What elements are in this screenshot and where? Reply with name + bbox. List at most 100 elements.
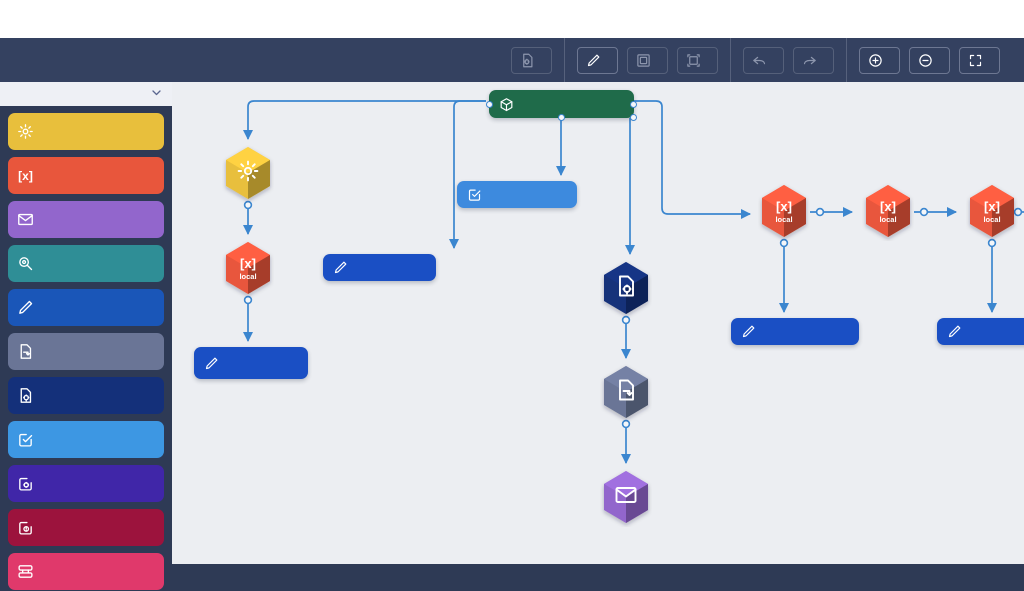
zoom-out-button[interactable]	[909, 46, 950, 74]
toolbar	[0, 38, 1024, 82]
svg-text:local: local	[879, 215, 896, 224]
node-hexagon[interactable]: [x] local	[222, 240, 274, 298]
clear-document-icon	[520, 53, 535, 68]
create-task-icon	[17, 431, 34, 448]
group-button[interactable]	[627, 46, 668, 74]
envelope-icon	[17, 211, 34, 228]
canvas-node-emailmanager[interactable]	[600, 469, 652, 527]
canvas-node-updaterecord[interactable]	[323, 254, 436, 281]
set-task-icon	[17, 475, 34, 492]
canvas-node-localvar[interactable]: [x] local	[222, 240, 274, 298]
pencil-icon	[947, 324, 962, 339]
sidebar-item-task-assignment[interactable]	[8, 509, 164, 546]
node-body[interactable]	[937, 318, 1024, 345]
sidebar-item-set-task[interactable]	[8, 465, 164, 502]
edit-button[interactable]	[577, 46, 618, 74]
node-port[interactable]	[630, 114, 637, 121]
ungroup-icon	[686, 53, 701, 68]
node-body[interactable]	[457, 181, 577, 208]
plus-circle-icon	[868, 53, 883, 68]
workflow-edges	[242, 100, 1024, 465]
node-body[interactable]	[731, 318, 859, 345]
redo-button[interactable]	[793, 46, 834, 74]
zoom-in-button[interactable]	[859, 46, 900, 74]
svg-text:[x]: [x]	[776, 199, 792, 214]
canvas-node-docpicker[interactable]	[600, 364, 652, 422]
canvas-node-margincalc1[interactable]: [x] local	[758, 183, 810, 241]
gear-icon	[17, 123, 34, 140]
clear-button[interactable]	[511, 46, 552, 74]
svg-text:local: local	[775, 215, 792, 224]
actors-sidebar: [x]	[0, 82, 172, 591]
edge-waypoint[interactable]	[815, 207, 825, 217]
bracket-x-icon: [x]	[17, 167, 34, 184]
node-hexagon[interactable]	[222, 145, 274, 203]
canvas-node-trade[interactable]	[486, 90, 637, 121]
canvas-node-apicall[interactable]	[222, 145, 274, 203]
edge	[242, 100, 486, 141]
node-port[interactable]	[557, 114, 565, 121]
sidebar-item-docauto[interactable]	[8, 377, 164, 414]
node-port[interactable]	[486, 101, 493, 108]
actors-section-header[interactable]	[0, 82, 172, 106]
svg-text:local: local	[983, 215, 1000, 224]
toolbar-group-3	[846, 38, 1012, 82]
node-body[interactable]	[194, 347, 308, 379]
sidebar-item-send-message[interactable]	[8, 201, 164, 238]
task-assignment-icon	[17, 519, 34, 536]
canvas-node-updatemargin[interactable]	[937, 318, 1024, 345]
body-area: [x] [x] local [x] local [x] local [x] lo…	[0, 82, 1024, 591]
pencil-icon	[741, 324, 756, 339]
sidebar-item-update-record[interactable]	[8, 289, 164, 326]
node-port[interactable]	[630, 101, 637, 108]
chevron-down-icon[interactable]	[151, 87, 162, 101]
sidebar-item-create-task[interactable]	[8, 421, 164, 458]
cube-icon	[499, 97, 514, 112]
toolbar-group-0	[499, 38, 564, 82]
sequence-runner-icon	[17, 563, 34, 580]
svg-text:local: local	[239, 272, 256, 281]
toolbar-group-1	[564, 38, 730, 82]
node-hexagon[interactable]: [x] local	[758, 183, 810, 241]
svg-text:[x]: [x]	[18, 169, 33, 183]
pencil-icon	[204, 356, 219, 371]
edge-waypoint[interactable]	[919, 207, 929, 217]
sidebar-item-local-variable[interactable]: [x]	[8, 157, 164, 194]
svg-text:[x]: [x]	[240, 256, 256, 271]
edge	[448, 100, 486, 250]
undo-arrow-icon	[752, 53, 767, 68]
sidebar-item-sequence-runner[interactable]	[8, 553, 164, 590]
canvas-node-margincalc3[interactable]: [x] local	[966, 183, 1018, 241]
fit-screen-icon	[968, 53, 983, 68]
svg-text:[x]: [x]	[984, 199, 1000, 214]
node-hexagon[interactable]: [x] local	[862, 183, 914, 241]
sidebar-item-api-call[interactable]	[8, 113, 164, 150]
canvas-node-contracting[interactable]	[457, 181, 577, 208]
undo-button[interactable]	[743, 46, 784, 74]
sidebar-item-record-access[interactable]	[8, 245, 164, 282]
canvas-area: [x] local [x] local [x] local [x] local	[172, 82, 1024, 591]
ungroup-button[interactable]	[677, 46, 718, 74]
group-icon	[636, 53, 651, 68]
pencil-icon	[17, 299, 34, 316]
node-body[interactable]	[323, 254, 436, 281]
node-hexagon[interactable]	[600, 364, 652, 422]
redo-arrow-icon	[802, 53, 817, 68]
record-access-icon	[17, 255, 34, 272]
workflow-canvas[interactable]: [x] local [x] local [x] local [x] local	[172, 82, 1024, 564]
node-hexagon[interactable]	[600, 260, 652, 318]
canvas-node-docauto[interactable]	[600, 260, 652, 318]
sidebar-item-document-picker[interactable]	[8, 333, 164, 370]
svg-text:[x]: [x]	[880, 199, 896, 214]
document-picker-icon	[17, 343, 34, 360]
document-gear-icon	[17, 387, 34, 404]
canvas-node-margincalc2[interactable]: [x] local	[862, 183, 914, 241]
edge	[634, 100, 752, 220]
pencil-icon	[333, 260, 348, 275]
node-hexagon[interactable]: [x] local	[966, 183, 1018, 241]
canvas-node-updategm[interactable]	[731, 318, 859, 345]
reset-zoom-button[interactable]	[959, 46, 1000, 74]
node-hexagon[interactable]	[600, 469, 652, 527]
canvas-node-updatespot[interactable]	[194, 347, 308, 379]
create-task-icon	[467, 187, 482, 202]
